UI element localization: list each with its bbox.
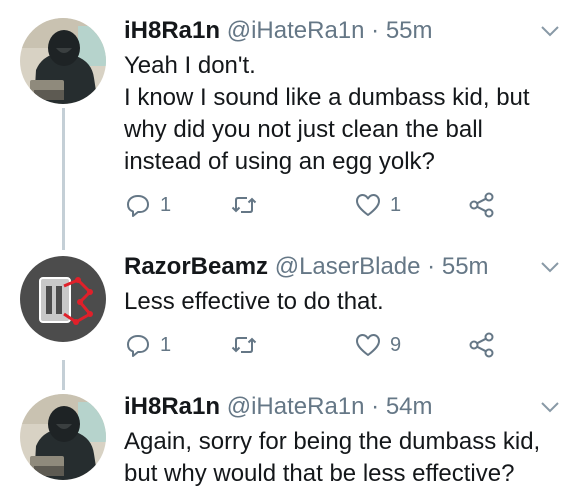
tweet[interactable]: iH8Ra1n @iHateRa1n · 54m Again, sorry fo… [0, 390, 582, 500]
chevron-down-icon[interactable] [540, 24, 560, 38]
like-icon [356, 334, 380, 356]
tweet-header: RazorBeamz @LaserBlade · 55m [124, 250, 489, 284]
retweet-icon [231, 197, 257, 213]
share-icon [469, 332, 494, 358]
avatar[interactable] [20, 256, 106, 342]
tweet-header: iH8Ra1n @iHateRa1n · 55m [124, 14, 433, 48]
like-icon [356, 194, 380, 216]
tweet-text-line: why did you not just clean the ball [124, 116, 483, 143]
retweet-icon [231, 337, 257, 353]
tweet-actions: 1 9 [124, 330, 544, 360]
separator-dot: · [371, 393, 380, 420]
tweet-text-line: Less effective to do that. [124, 288, 384, 315]
retweet-button[interactable] [230, 330, 266, 360]
tweet-header: iH8Ra1n @iHateRa1n · 54m [124, 390, 433, 424]
user-handle[interactable]: @iHateRa1n [227, 393, 365, 420]
tweet-text-line: but why would that be less effective? [124, 460, 515, 487]
share-button[interactable] [468, 330, 496, 360]
tweet-text: Yeah I don't. I know I sound like a dumb… [124, 50, 564, 178]
tweet-text-line: Again, sorry for being the dumbass kid, [124, 428, 541, 455]
chevron-down-icon[interactable] [540, 400, 560, 414]
tweet-text-line: Yeah I don't. [124, 52, 256, 79]
timestamp[interactable]: 55m [442, 253, 489, 280]
hooded-figure-icon [20, 18, 106, 104]
share-icon [469, 192, 494, 218]
reply-button[interactable]: 1 [124, 190, 171, 220]
display-name[interactable]: iH8Ra1n [124, 17, 220, 44]
avatar[interactable] [20, 394, 106, 480]
reply-icon [127, 335, 149, 357]
reply-count: 1 [160, 333, 172, 356]
like-button[interactable]: 1 [354, 190, 401, 220]
like-count: 1 [390, 193, 402, 216]
reply-count: 1 [160, 193, 172, 216]
retweet-button[interactable] [230, 190, 266, 220]
tweet-text: Less effective to do that. [124, 286, 564, 318]
avatar[interactable] [20, 18, 106, 104]
timestamp[interactable]: 55m [386, 17, 433, 44]
tweet-actions: 1 1 [124, 190, 544, 220]
razor-blade-logo-icon [20, 256, 106, 342]
tweet[interactable]: RazorBeamz @LaserBlade · 55m Less effect… [0, 250, 582, 370]
hooded-figure-icon [20, 394, 106, 480]
tweet-text-line: instead of using an egg yolk? [124, 148, 435, 175]
reply-icon [127, 195, 149, 217]
timestamp[interactable]: 54m [386, 393, 433, 420]
user-handle[interactable]: @LaserBlade [275, 253, 421, 280]
share-button[interactable] [468, 190, 496, 220]
like-button[interactable]: 9 [354, 330, 401, 360]
reply-button[interactable]: 1 [124, 330, 171, 360]
tweet[interactable]: iH8Ra1n @iHateRa1n · 55m Yeah I don't. I… [0, 14, 582, 224]
tweet-text-line: I know I sound like a dumbass kid, but [124, 84, 530, 111]
separator-dot: · [427, 253, 436, 280]
chevron-down-icon[interactable] [540, 260, 560, 274]
like-count: 9 [390, 333, 402, 356]
user-handle[interactable]: @iHateRa1n [227, 17, 365, 44]
display-name[interactable]: RazorBeamz [124, 253, 268, 280]
display-name[interactable]: iH8Ra1n [124, 393, 220, 420]
tweet-text: Again, sorry for being the dumbass kid, … [124, 426, 564, 490]
separator-dot: · [371, 17, 380, 44]
